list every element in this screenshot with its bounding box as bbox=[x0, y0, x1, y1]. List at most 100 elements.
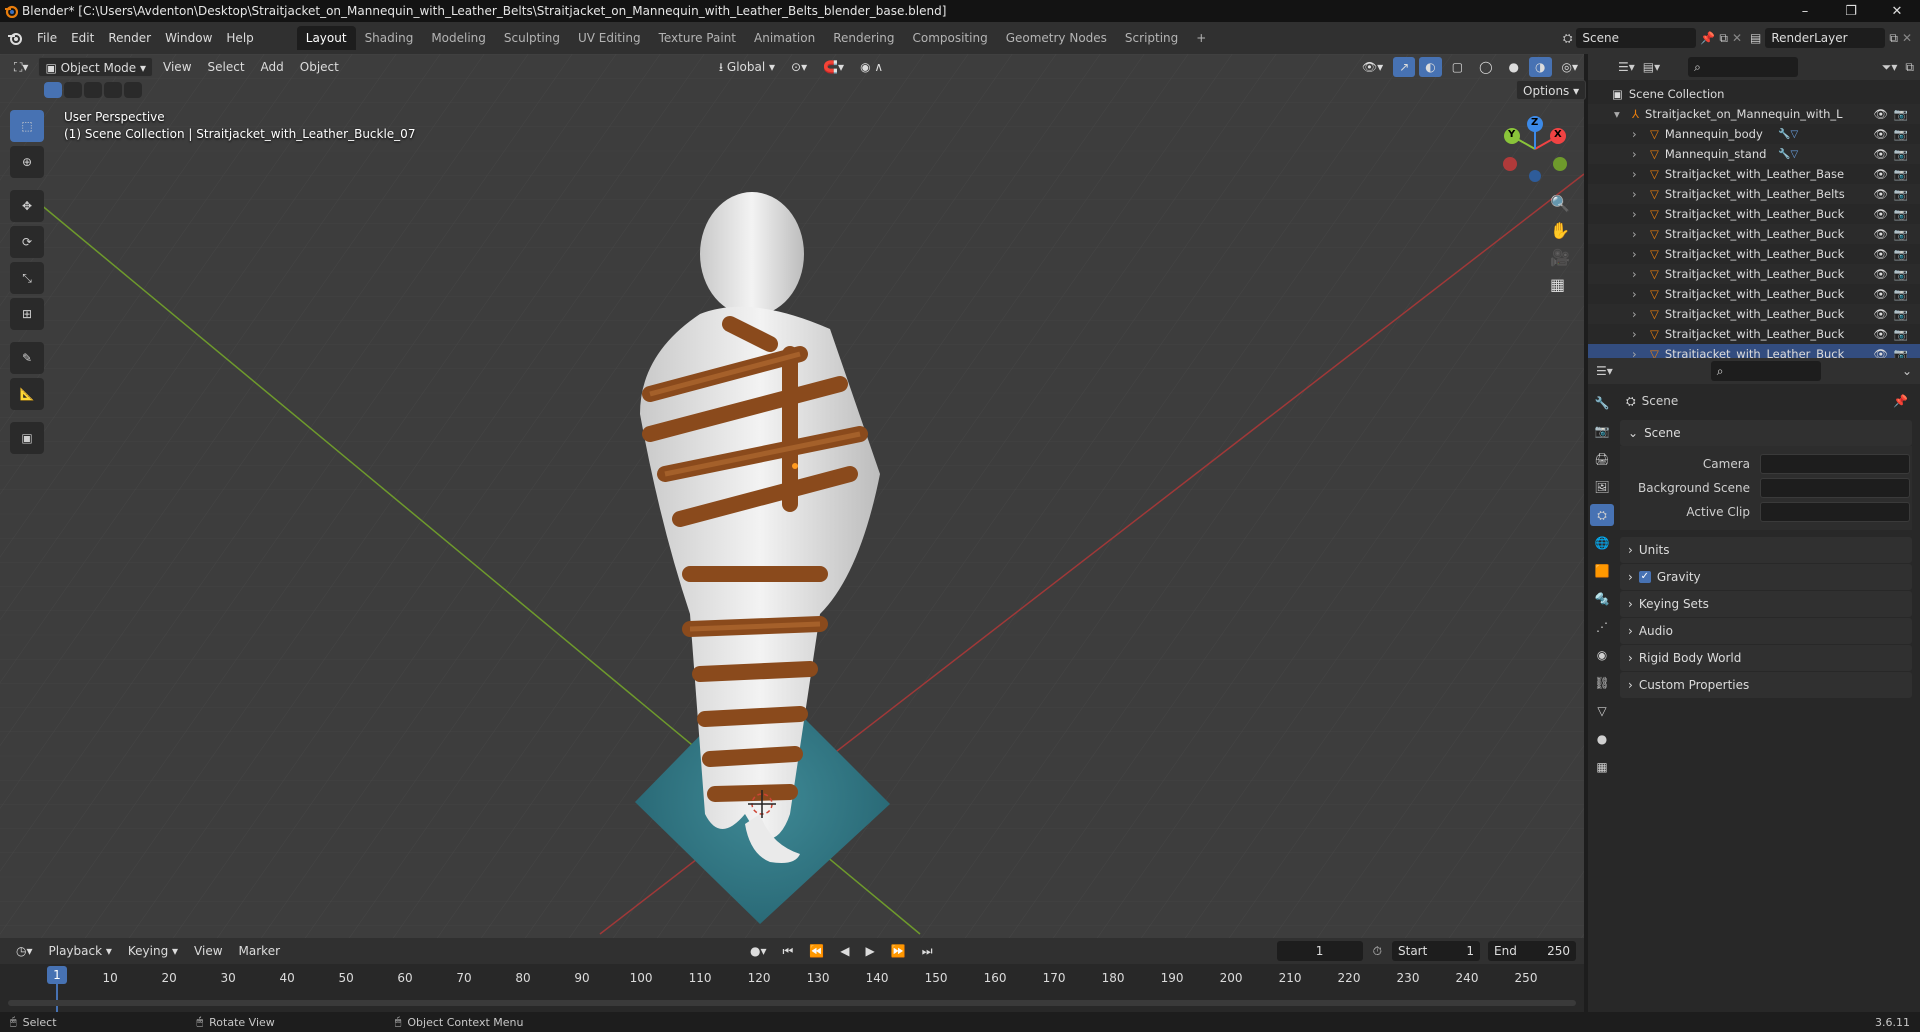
mode-selector[interactable]: ▣ Object Mode ▾ bbox=[38, 57, 154, 77]
remove-viewlayer-icon[interactable]: ✕ bbox=[1902, 31, 1912, 45]
tab-modeling[interactable]: Modeling bbox=[422, 26, 495, 50]
scene-selector[interactable]: Scene bbox=[1576, 28, 1697, 48]
outliner-row-collection[interactable]: ▾ ⅄ Straitjacket_on_Mannequin_with_Leath… bbox=[1588, 104, 1920, 124]
world-tab-icon[interactable]: 🌐 bbox=[1590, 532, 1614, 554]
camera-icon[interactable]: 📷 bbox=[1894, 127, 1908, 141]
active-clip-field[interactable] bbox=[1760, 502, 1910, 522]
eye-icon[interactable]: 👁 bbox=[1873, 227, 1888, 241]
add-cube-tool-icon[interactable]: ▣ bbox=[10, 422, 44, 454]
expand-arrow-icon[interactable]: › bbox=[1632, 247, 1644, 261]
constraints-tab-icon[interactable]: ⛓ bbox=[1590, 672, 1614, 694]
menu-help[interactable]: Help bbox=[219, 27, 260, 49]
outliner-row-object[interactable]: › ▽ Mannequin_stand 🔧▽ 👁 📷 bbox=[1588, 144, 1920, 164]
menu-window[interactable]: Window bbox=[158, 27, 219, 49]
menu-object[interactable]: Object bbox=[294, 57, 345, 77]
eye-icon[interactable]: 👁 bbox=[1873, 267, 1888, 281]
maximize-button[interactable]: ❐ bbox=[1828, 0, 1874, 22]
properties-editor-icon[interactable]: ☰▾ bbox=[1596, 364, 1613, 378]
display-mode-icon[interactable]: ▤▾ bbox=[1643, 60, 1660, 74]
ortho-toggle-icon[interactable]: ▦ bbox=[1550, 275, 1570, 294]
visibility-icon[interactable]: 👁▾ bbox=[1356, 57, 1389, 77]
select-box-tool-icon[interactable]: ⬚ bbox=[10, 110, 44, 142]
xray-icon[interactable]: ▢ bbox=[1446, 57, 1469, 77]
camera-icon[interactable]: 📷 bbox=[1894, 147, 1908, 161]
camera-icon[interactable]: 📷 bbox=[1894, 227, 1908, 241]
panel-custom-properties[interactable]: › Custom Properties bbox=[1620, 672, 1912, 698]
modifier-icon[interactable]: 🔧▽ bbox=[1778, 149, 1798, 160]
expand-arrow-icon[interactable]: › bbox=[1632, 227, 1644, 241]
expand-arrow-icon[interactable]: › bbox=[1632, 267, 1644, 281]
modifiers-tab-icon[interactable]: 🔩 bbox=[1590, 588, 1614, 610]
select-subtract-icon[interactable] bbox=[84, 82, 102, 98]
timeline-scrollbar[interactable] bbox=[8, 1000, 1576, 1006]
outliner-row-scene-collection[interactable]: ▣ Scene Collection bbox=[1588, 84, 1920, 104]
editor-type-icon[interactable]: ⛶▾ bbox=[8, 57, 34, 77]
outliner-row-object[interactable]: › ▽ Straitjacket_with_Leather_Buckle_C 👁 📷 bbox=[1588, 324, 1920, 344]
panel-gravity[interactable]: › ✓ Gravity bbox=[1620, 564, 1912, 590]
rendered-shading-icon[interactable]: ◎▾ bbox=[1556, 57, 1585, 77]
pin-icon[interactable]: 📌 bbox=[1700, 31, 1715, 45]
camera-icon[interactable]: 📷 bbox=[1894, 167, 1908, 181]
camera-field[interactable] bbox=[1760, 454, 1910, 474]
tab-texture-paint[interactable]: Texture Paint bbox=[650, 26, 745, 50]
camera-icon[interactable]: 📷 bbox=[1894, 287, 1908, 301]
expand-arrow-icon[interactable]: › bbox=[1632, 167, 1644, 181]
outliner-row-object[interactable]: › ▽ Straitjacket_with_Leather_Buckle_C 👁 📷 bbox=[1588, 244, 1920, 264]
tab-scripting[interactable]: Scripting bbox=[1116, 26, 1187, 50]
eye-icon[interactable]: 👁 bbox=[1873, 247, 1888, 261]
camera-view-icon[interactable]: 🎥 bbox=[1550, 248, 1570, 267]
menu-add[interactable]: Add bbox=[255, 57, 290, 77]
panel-keying-sets[interactable]: › Keying Sets bbox=[1620, 591, 1912, 617]
scene-icon[interactable]: ⛭ bbox=[1563, 31, 1573, 46]
panel-scene-header[interactable]: ⌄ Scene bbox=[1620, 420, 1912, 446]
pin-icon[interactable]: 📌 bbox=[1893, 394, 1908, 408]
viewlayer-icon[interactable]: ▤ bbox=[1750, 31, 1761, 45]
select-intersect-icon[interactable] bbox=[124, 82, 142, 98]
proportional-edit-icon[interactable]: ◉ ∧ bbox=[854, 57, 889, 77]
minimize-button[interactable]: – bbox=[1782, 0, 1828, 22]
eye-icon[interactable]: 👁 bbox=[1873, 147, 1888, 161]
outliner-search-input[interactable]: ⌕ bbox=[1688, 57, 1799, 77]
close-window-button[interactable]: ✕ bbox=[1874, 0, 1920, 22]
data-tab-icon[interactable]: ▽ bbox=[1590, 700, 1614, 722]
outliner-row-object[interactable]: › ▽ Straitjacket_with_Leather_Buckle_C 👁 📷 bbox=[1588, 304, 1920, 324]
eye-icon[interactable]: 👁 bbox=[1873, 287, 1888, 301]
outliner-row-object[interactable]: › ▽ Straitjacket_with_Leather_Belts 👁 📷 bbox=[1588, 184, 1920, 204]
move-tool-icon[interactable]: ✥ bbox=[10, 190, 44, 222]
zoom-icon[interactable]: 🔍 bbox=[1550, 194, 1570, 213]
outliner-editor-icon[interactable]: ☰▾ bbox=[1618, 60, 1635, 74]
annotate-tool-icon[interactable]: ✎ bbox=[10, 342, 44, 374]
expand-arrow-icon[interactable]: › bbox=[1632, 287, 1644, 301]
expand-arrow-icon[interactable]: › bbox=[1632, 307, 1644, 321]
camera-icon[interactable]: 📷 bbox=[1894, 187, 1908, 201]
outliner-row-object[interactable]: › ▽ Straitjacket_with_Leather_Buckle_C 👁 📷 bbox=[1588, 224, 1920, 244]
overlay-toggle-icon[interactable]: ◐ bbox=[1419, 57, 1442, 77]
material-shading-icon[interactable]: ◑ bbox=[1529, 57, 1552, 77]
particles-tab-icon[interactable]: ⋰ bbox=[1590, 616, 1614, 638]
new-viewlayer-icon[interactable]: ⧉ bbox=[1889, 31, 1898, 46]
tab-shading[interactable]: Shading bbox=[356, 26, 423, 50]
new-collection-icon[interactable]: ⧉ bbox=[1905, 60, 1914, 75]
collapse-icon[interactable]: ⌄ bbox=[1902, 364, 1912, 378]
blender-menu-icon[interactable] bbox=[0, 30, 30, 46]
tab-uv-editing[interactable]: UV Editing bbox=[569, 26, 650, 50]
remove-scene-icon[interactable]: ✕ bbox=[1732, 31, 1742, 45]
expand-arrow-icon[interactable]: › bbox=[1632, 187, 1644, 201]
tab-layout[interactable]: Layout bbox=[296, 26, 356, 50]
new-scene-icon[interactable]: ⧉ bbox=[1719, 31, 1728, 46]
camera-icon[interactable]: 📷 bbox=[1894, 247, 1908, 261]
rotate-tool-icon[interactable]: ⟳ bbox=[10, 226, 44, 258]
transform-tool-icon[interactable]: ⊞ bbox=[10, 298, 44, 330]
panel-units[interactable]: › Units bbox=[1620, 537, 1912, 563]
tab-sculpting[interactable]: Sculpting bbox=[495, 26, 569, 50]
select-invert-icon[interactable] bbox=[104, 82, 122, 98]
texture-tab-icon[interactable]: ▦ bbox=[1590, 756, 1614, 778]
menu-view[interactable]: View bbox=[157, 57, 197, 77]
eye-icon[interactable]: 👁 bbox=[1873, 207, 1888, 221]
expand-arrow-icon[interactable]: › bbox=[1632, 147, 1644, 161]
3d-viewport[interactable] bbox=[0, 54, 1584, 938]
outliner-row-object[interactable]: › ▽ Straitjacket_with_Leather_Buckle_C 👁 📷 bbox=[1588, 284, 1920, 304]
tab-compositing[interactable]: Compositing bbox=[903, 26, 996, 50]
pivot-icon[interactable]: ⊙▾ bbox=[785, 57, 813, 77]
tab-rendering[interactable]: Rendering bbox=[824, 26, 903, 50]
